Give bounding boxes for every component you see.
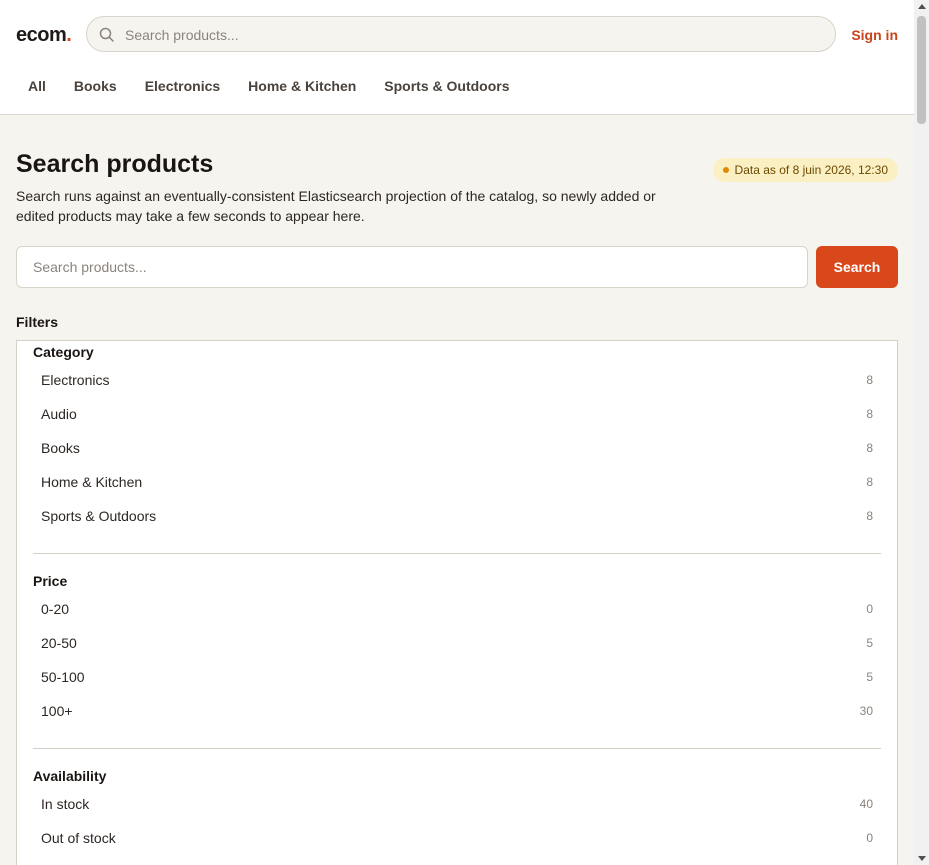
facet-label: 20-50	[41, 635, 77, 651]
nav-all[interactable]: All	[14, 74, 60, 98]
page-title: Search products	[16, 150, 214, 178]
facet-price-50-100[interactable]: 50-100 5	[33, 660, 881, 694]
price-filter-group: Price 0-20 0 20-50 5 50-100 5 100+ 30	[33, 570, 881, 728]
product-search-field[interactable]	[16, 246, 808, 288]
status-dot-icon	[722, 167, 729, 173]
availability-filter-group: Availability In stock 40 Out of stock 0	[33, 765, 881, 855]
vertical-scrollbar[interactable]	[914, 0, 929, 865]
category-nav: All Books Electronics Home & Kitchen Spo…	[14, 74, 524, 98]
facet-count: 8	[866, 441, 873, 455]
facet-category-books[interactable]: Books 8	[33, 431, 881, 465]
nav-electronics[interactable]: Electronics	[131, 74, 234, 98]
filter-divider	[33, 553, 881, 554]
facet-count: 30	[859, 704, 873, 718]
facet-label: Electronics	[41, 372, 110, 388]
facet-count: 8	[866, 509, 873, 523]
facet-count: 5	[866, 670, 873, 684]
filter-divider	[33, 748, 881, 749]
nav-sports-outdoors[interactable]: Sports & Outdoors	[370, 74, 523, 98]
freshness-badge: Data as of 8 juin 2026, 12:30	[712, 158, 898, 182]
facet-count: 8	[866, 407, 873, 421]
product-search-input[interactable]	[17, 247, 807, 287]
search-button[interactable]: Search	[816, 246, 898, 288]
facet-price-100-plus[interactable]: 100+ 30	[33, 694, 881, 728]
facet-category-audio[interactable]: Audio 8	[33, 397, 881, 431]
filters-panel: Category Electronics 8 Audio 8 Books 8 Home…	[16, 340, 898, 865]
facet-price-20-50[interactable]: 20-50 5	[33, 626, 881, 660]
page: ecom. Sign in All Books Electronics Home…	[0, 0, 914, 865]
facet-count: 8	[866, 373, 873, 387]
facet-category-sports-outdoors[interactable]: Sports & Outdoors 8	[33, 499, 881, 533]
header-search-input[interactable]	[123, 17, 817, 53]
category-filter-title: Category	[33, 344, 94, 360]
freshness-text: Data as of 8 juin 2026, 12:30	[734, 163, 888, 177]
header-search[interactable]	[86, 16, 836, 53]
facet-label: Out of stock	[41, 830, 116, 846]
search-icon	[99, 27, 115, 43]
facet-availability-in-stock[interactable]: In stock 40	[33, 787, 881, 821]
facet-label: Books	[41, 440, 80, 456]
category-filter-group: Category Electronics 8 Audio 8 Books 8 Home…	[33, 341, 881, 533]
facet-availability-out-of-stock[interactable]: Out of stock 0	[33, 821, 881, 855]
scroll-down-arrow-icon[interactable]	[918, 856, 926, 861]
nav-books[interactable]: Books	[60, 74, 131, 98]
facet-count: 5	[866, 636, 873, 650]
facet-price-0-20[interactable]: 0-20 0	[33, 592, 881, 626]
facet-count: 0	[866, 831, 873, 845]
facet-count: 8	[866, 475, 873, 489]
scroll-up-arrow-icon[interactable]	[918, 4, 926, 9]
sign-in-link[interactable]: Sign in	[851, 27, 898, 43]
logo-text: ecom	[16, 24, 67, 46]
top-bar: ecom. Sign in All Books Electronics Home…	[0, 0, 914, 115]
filters-heading: Filters	[16, 314, 59, 330]
availability-filter-title: Availability	[33, 768, 107, 784]
facet-label: 100+	[41, 703, 73, 719]
facet-label: 50-100	[41, 669, 85, 685]
page-description: Search runs against an eventually-consis…	[16, 188, 656, 224]
nav-home-kitchen[interactable]: Home & Kitchen	[234, 74, 370, 98]
facet-count: 40	[859, 797, 873, 811]
facet-count: 0	[866, 602, 873, 616]
facet-category-home-kitchen[interactable]: Home & Kitchen 8	[33, 465, 881, 499]
scrollbar-thumb[interactable]	[917, 16, 926, 124]
price-filter-title: Price	[33, 573, 68, 589]
facet-label: 0-20	[41, 601, 70, 617]
facet-label: Home & Kitchen	[41, 474, 143, 490]
facet-category-electronics[interactable]: Electronics 8	[33, 363, 881, 397]
facet-label: Sports & Outdoors	[41, 508, 157, 524]
facet-label: Audio	[41, 406, 77, 422]
logo-dot: .	[66, 24, 72, 46]
logo[interactable]: ecom.	[16, 24, 72, 47]
facet-label: In stock	[41, 796, 90, 812]
